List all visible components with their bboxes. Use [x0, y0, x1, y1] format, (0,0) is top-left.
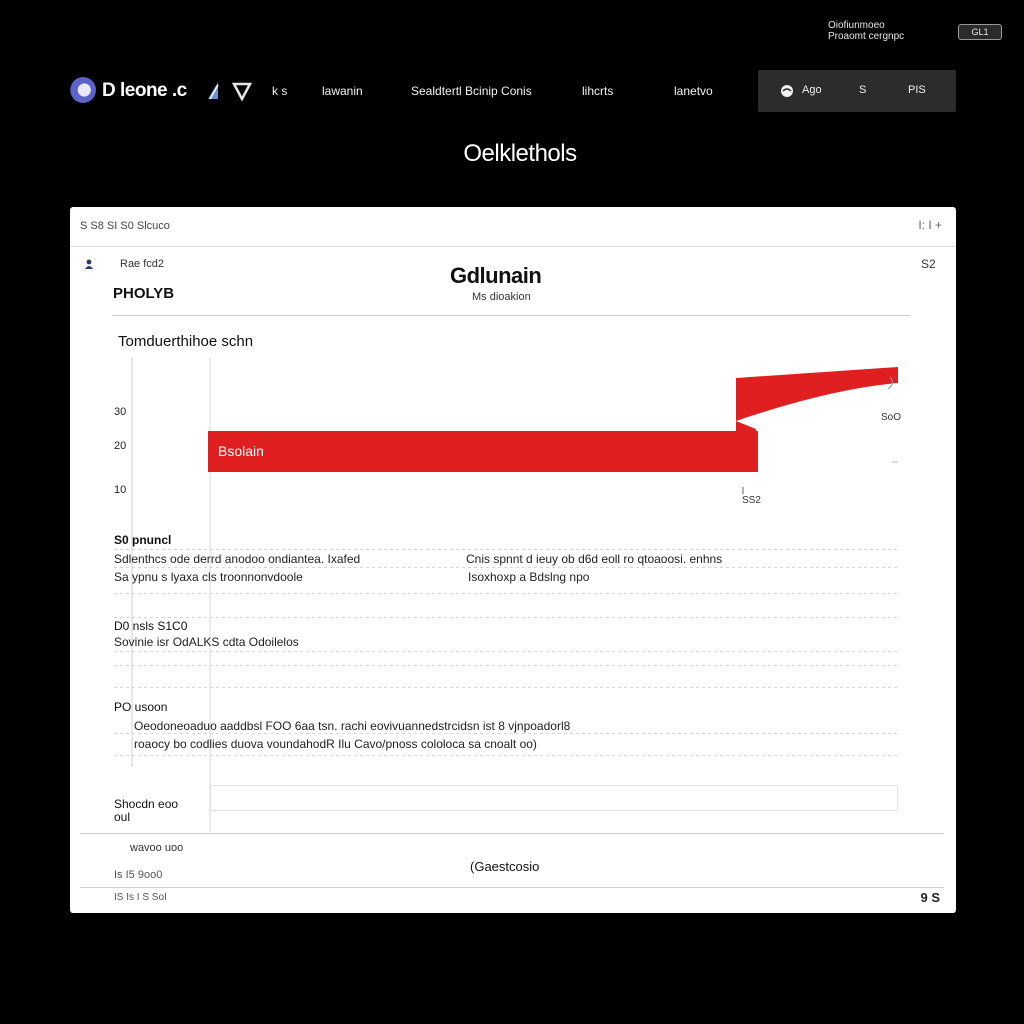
row-divider [114, 567, 900, 568]
nav-item-2[interactable]: lawanin [322, 84, 363, 98]
row-1-col2-line1: Cnis spnnt d ieuy ob d6d eoll ro qtoaoos… [466, 552, 723, 566]
bar-upper[interactable] [736, 367, 898, 421]
row-1-col1-line2: Sa ypnu s lyaxa cls troonnonvdoole [114, 570, 303, 584]
footer-left-1: wavoo uoo [130, 842, 184, 854]
bar-connector [736, 421, 756, 472]
row-3-col1-line1: Oeodoneoaduo aaddbsl FOO 6aa tsn. rachi … [134, 719, 571, 733]
row-2-col1-line1: Sovinie isr OdALKS cdta Odoilelos [114, 635, 299, 649]
bar-main[interactable] [208, 431, 758, 472]
top-right-info: Oiofiunmoeo Proaomt cergnpc [828, 20, 904, 42]
top-right-badge[interactable]: GL1 [958, 24, 1002, 40]
top-right-line2: Proaomt cergnpc [828, 31, 905, 42]
row-1-col1-line1: Sdlenthcs ode derrd anodoo ondiantea. Ix… [114, 552, 361, 566]
callout-left: SS2 [742, 495, 761, 506]
row-4-label: Shocdn eoo [114, 797, 179, 811]
footer-bottom-left: IS Is I S SoI [114, 892, 167, 903]
nav-action-box: Ago S PIS [758, 70, 956, 112]
row-divider [114, 733, 900, 734]
row-divider [114, 665, 900, 666]
row-divider [114, 755, 900, 756]
logo-icon[interactable] [70, 77, 96, 103]
row-3-col1-line2: roaocy bo codlies duova voundahodR Ilu C… [134, 737, 537, 751]
row-4-label2: oul [114, 810, 131, 824]
row-divider [114, 593, 900, 594]
row-2-label: D0 nsls S1C0 [114, 619, 188, 633]
page-heading: Oelklethols [463, 140, 577, 167]
y-tick-20: 20 [114, 440, 126, 452]
footer-left-2: Is I5 9oo0 [114, 869, 163, 881]
nav-box-item-3[interactable]: PIS [908, 84, 926, 96]
nav-item-5[interactable]: lanetvo [674, 84, 713, 98]
row-divider [114, 549, 900, 550]
nav-item-3[interactable]: Sealdtertl Bcinip Conis [411, 84, 532, 98]
row-divider [114, 617, 900, 618]
nav-box-item-2[interactable]: S [859, 84, 866, 96]
row-3-label: PO usoon [114, 700, 168, 714]
text-input[interactable] [210, 785, 898, 811]
triangle-icons [208, 82, 253, 102]
row-divider [114, 651, 900, 652]
pagination[interactable]: 9 S [920, 890, 940, 905]
nav-box-item-1[interactable]: Ago [802, 84, 822, 96]
footer-divider-2 [80, 887, 944, 888]
top-right-line1: Oiofiunmoeo [828, 20, 885, 31]
row-1-label: S0 pnuncl [114, 533, 172, 547]
bar-label: Bsolain [218, 443, 264, 459]
row-divider [114, 687, 900, 688]
brand-name[interactable]: D leone .c [102, 80, 187, 102]
top-navigation: D leone .c k s lawanin Sealdtertl Bcinip… [0, 70, 1024, 112]
footer-center: (Gaestcosio [470, 859, 540, 874]
main-card: S S8 SI S0 Slcuco I: I + Rae fcd2 S2 PHO… [70, 207, 956, 913]
callout-right: SoO [881, 412, 901, 423]
nav-item-4[interactable]: lihcrts [582, 84, 613, 98]
y-tick-10: 10 [114, 484, 126, 496]
nav-item-1[interactable]: k s [272, 84, 287, 98]
globe-icon [781, 85, 793, 97]
footer-divider [80, 833, 944, 834]
y-tick-30: 30 [114, 406, 126, 418]
row-1-col2-line2: Isoxhoxp a Bdslng npo [468, 570, 590, 584]
